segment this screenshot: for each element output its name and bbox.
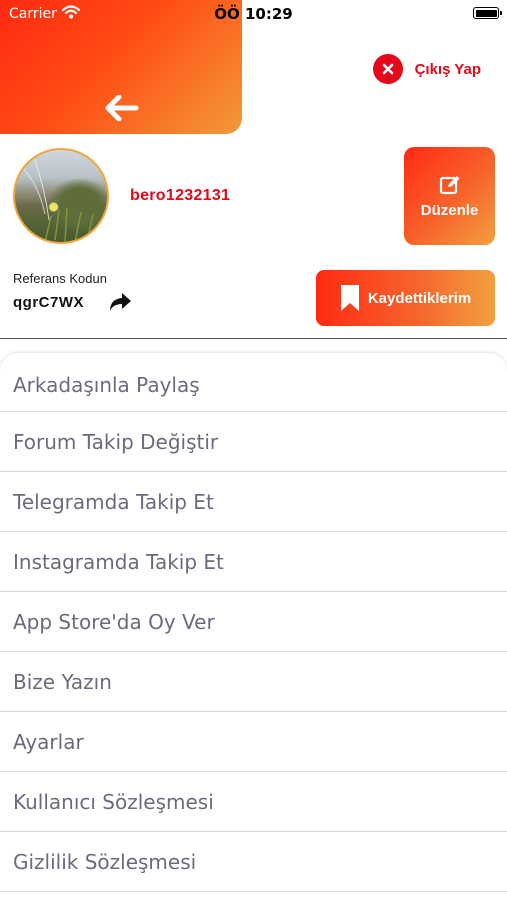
close-icon — [372, 54, 403, 84]
menu-item-telegram[interactable]: Telegramda Takip Et — [0, 472, 507, 532]
menu-item-share-with-friend[interactable]: Arkadaşınla Paylaş — [0, 353, 507, 412]
status-bar: Carrier ÖÖ 10:29 — [0, 0, 507, 28]
avatar[interactable] — [13, 148, 109, 244]
logout-label: Çıkış Yap — [414, 60, 481, 78]
referral-code: qgrC7WX — [13, 294, 84, 311]
menu-list: Arkadaşınla Paylaş Forum Takip Değiştir … — [0, 353, 507, 913]
menu-item-user-agreement[interactable]: Kullanıcı Sözleşmesi — [0, 772, 507, 832]
battery-icon — [473, 7, 502, 19]
menu-item-privacy-agreement[interactable]: Gizlilik Sözleşmesi — [0, 832, 507, 892]
edit-icon — [439, 175, 459, 194]
bookmark-icon — [340, 285, 359, 311]
divider — [0, 338, 507, 339]
menu-item-contact-us[interactable]: Bize Yazın — [0, 652, 507, 712]
edit-profile-button[interactable]: Düzenle — [404, 147, 495, 245]
menu-item-settings[interactable]: Ayarlar — [0, 712, 507, 772]
share-arrow-icon[interactable] — [108, 292, 132, 312]
referral-label: Referans Kodun — [13, 271, 107, 286]
username: bero1232131 — [130, 187, 231, 204]
menu-item-change-forum-follow[interactable]: Forum Takip Değiştir — [0, 412, 507, 472]
clock: ÖÖ 10:29 — [214, 5, 293, 23]
back-arrow-icon[interactable] — [105, 95, 139, 121]
edit-label: Düzenle — [420, 201, 479, 219]
logout-button[interactable]: Çıkış Yap — [372, 54, 481, 84]
saved-items-button[interactable]: Kaydettiklerim — [316, 270, 495, 326]
saved-label: Kaydettiklerim — [367, 289, 472, 307]
menu-item-instagram[interactable]: Instagramda Takip Et — [0, 532, 507, 592]
menu-item-rate-app-store[interactable]: App Store'da Oy Ver — [0, 592, 507, 652]
